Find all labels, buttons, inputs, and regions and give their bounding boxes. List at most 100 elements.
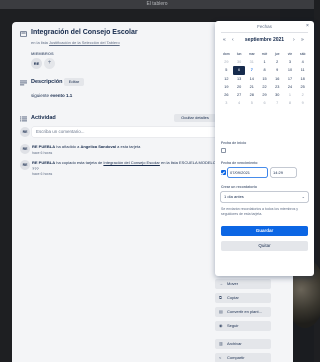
watch-button[interactable]: ◉ Seguir bbox=[215, 321, 271, 331]
calendar-day[interactable]: 31 bbox=[245, 58, 258, 66]
avatar[interactable]: RE bbox=[31, 58, 42, 69]
start-date-checkbox[interactable] bbox=[221, 148, 226, 153]
calendar-day[interactable]: 4 bbox=[296, 58, 309, 66]
activity-timestamp[interactable]: hace 6 horas bbox=[32, 172, 52, 176]
copy-button[interactable]: ⧉ Copiar bbox=[215, 293, 271, 303]
edit-description-button[interactable]: Editar bbox=[64, 78, 84, 86]
comment-input[interactable]: Escriba un comentario... bbox=[32, 127, 216, 137]
calendar-day[interactable]: 1 bbox=[258, 58, 271, 66]
close-icon[interactable]: × bbox=[306, 23, 309, 29]
calendar-day[interactable]: 27 bbox=[233, 91, 246, 99]
card-icon bbox=[20, 31, 27, 37]
weekday-label: dom bbox=[222, 52, 230, 56]
calendar-day[interactable]: 3 bbox=[220, 99, 233, 107]
weekday-label: sáb bbox=[299, 52, 306, 56]
calendar-week-row: 5 6 7 8 9 10 11 bbox=[220, 66, 309, 75]
calendar-day[interactable]: 20 bbox=[233, 83, 246, 91]
calendar-day[interactable]: 7 bbox=[271, 99, 284, 107]
make-template-button[interactable]: ▤ Convertir en plant... bbox=[215, 307, 271, 317]
list-link[interactable]: Justificación de la Selección del Tabler… bbox=[49, 40, 120, 45]
calendar-day[interactable]: 3 bbox=[284, 58, 297, 66]
activity-icon bbox=[20, 116, 27, 122]
description-icon bbox=[20, 80, 27, 86]
calendar-day[interactable]: 17 bbox=[284, 75, 297, 83]
calendar-day[interactable]: 29 bbox=[220, 58, 233, 66]
calendar-weekday-row: dom lun mar mié jue vie sáb bbox=[220, 50, 309, 58]
members-label: MIEMBROS bbox=[31, 51, 54, 56]
calendar-day[interactable]: 28 bbox=[245, 91, 258, 99]
calendar-day[interactable]: 30 bbox=[233, 58, 246, 66]
calendar-day[interactable]: 5 bbox=[245, 99, 258, 107]
popover-title: Fechas bbox=[257, 24, 272, 29]
calendar-day[interactable]: 12 bbox=[220, 75, 233, 83]
due-date-label: Fecha de vencimiento bbox=[221, 161, 258, 165]
calendar-day[interactable]: 8 bbox=[258, 66, 271, 74]
card-list-location: en la lista Justificación de la Selecció… bbox=[31, 40, 120, 45]
due-time-input[interactable]: 14:29 bbox=[271, 168, 296, 177]
calendar-day[interactable]: 14 bbox=[245, 75, 258, 83]
reminder-note: Se enviarán recordatorios a todos los mi… bbox=[221, 207, 299, 216]
due-date-checkbox[interactable] bbox=[221, 170, 226, 175]
due-date-input[interactable]: 07/09/2021 bbox=[228, 168, 267, 177]
calendar-day[interactable]: 5 bbox=[220, 66, 233, 74]
weekday-label: mar bbox=[248, 52, 255, 56]
save-button[interactable]: Guardar bbox=[221, 226, 308, 236]
move-button[interactable]: → Mover bbox=[215, 279, 271, 289]
next-month-button[interactable]: › bbox=[293, 37, 295, 43]
copy-icon: ⧉ bbox=[219, 295, 222, 300]
calendar-grid: dom lun mar mié jue vie sáb 29 30 31 1 2 3 4 5 6 7 8 9 10 11… bbox=[220, 50, 309, 107]
calendar-day[interactable]: 13 bbox=[233, 75, 246, 83]
calendar-day[interactable]: 4 bbox=[233, 99, 246, 107]
calendar-day[interactable]: 10 bbox=[284, 66, 297, 74]
archive-button[interactable]: ▥ Archivar bbox=[215, 339, 271, 349]
calendar-day[interactable]: 16 bbox=[271, 75, 284, 83]
calendar-day[interactable]: 21 bbox=[245, 83, 258, 91]
calendar-week-row: 29 30 31 1 2 3 4 bbox=[220, 58, 309, 66]
calendar-day[interactable]: 6 bbox=[258, 99, 271, 107]
avatar: RE bbox=[20, 160, 30, 170]
calendar-day[interactable]: 24 bbox=[284, 83, 297, 91]
calendar-week-row: 19 20 21 22 23 24 25 bbox=[220, 83, 309, 91]
share-button[interactable]: < Compartir bbox=[215, 353, 271, 362]
calendar-day[interactable]: 2 bbox=[271, 58, 284, 66]
calendar-day[interactable]: 9 bbox=[271, 66, 284, 74]
mentioned-user[interactable]: Angelica Sandoval bbox=[80, 144, 116, 149]
calendar-week-row: 12 13 14 15 16 17 18 bbox=[220, 75, 309, 83]
share-icon: < bbox=[219, 355, 222, 360]
activity-timestamp[interactable]: hace 6 horas bbox=[32, 151, 52, 155]
hide-details-button[interactable]: Ocultar detalles bbox=[174, 114, 216, 122]
add-member-button[interactable]: + bbox=[44, 58, 55, 69]
calendar-day[interactable]: 11 bbox=[296, 66, 309, 74]
activity-entry: RE PUEBLA ha añadido a Angelica Sandoval… bbox=[32, 144, 141, 155]
calendar-day[interactable]: 18 bbox=[296, 75, 309, 83]
source-card-link[interactable]: Integración del Consejo Escolar bbox=[103, 160, 159, 165]
weekday-label: mié bbox=[261, 52, 268, 56]
remove-button[interactable]: Quitar bbox=[221, 241, 308, 251]
avatar: RE bbox=[20, 127, 30, 137]
activity-heading: Actividad bbox=[31, 115, 56, 121]
weekday-label: vie bbox=[287, 52, 293, 56]
calendar-day[interactable]: 2 bbox=[296, 91, 309, 99]
calendar-day[interactable]: 9 bbox=[296, 99, 309, 107]
dates-popover: Fechas × « ‹ septiembre 2021 › » dom lun m… bbox=[215, 21, 314, 276]
reminder-select[interactable]: 1 día antes ⌄ bbox=[221, 192, 308, 202]
calendar-day[interactable]: 15 bbox=[258, 75, 271, 83]
weekday-label: lun bbox=[236, 52, 242, 56]
calendar-day[interactable]: 29 bbox=[258, 91, 271, 99]
card-title[interactable]: Integración del Consejo Escolar bbox=[31, 29, 138, 36]
board-header: El tablero bbox=[0, 0, 314, 9]
calendar-day[interactable]: 19 bbox=[220, 83, 233, 91]
calendar-day[interactable]: 25 bbox=[296, 83, 309, 91]
activity-entry: RE PUEBLA ha copiado esta tarjeta de Int… bbox=[32, 160, 216, 176]
description-text[interactable]: siguiente evento 1.1 bbox=[31, 93, 72, 98]
calendar-day[interactable]: 26 bbox=[220, 91, 233, 99]
calendar-day[interactable]: 22 bbox=[258, 83, 271, 91]
calendar-day[interactable]: 7 bbox=[245, 66, 258, 74]
calendar-day[interactable]: 30 bbox=[271, 91, 284, 99]
calendar-day[interactable]: 1 bbox=[284, 91, 297, 99]
calendar-day[interactable]: 8 bbox=[284, 99, 297, 107]
calendar-day[interactable]: 23 bbox=[271, 83, 284, 91]
next-year-button[interactable]: » bbox=[301, 37, 304, 43]
calendar-day[interactable]: 6 bbox=[232, 66, 246, 75]
calendar-week-row: 3456789 bbox=[220, 99, 309, 107]
